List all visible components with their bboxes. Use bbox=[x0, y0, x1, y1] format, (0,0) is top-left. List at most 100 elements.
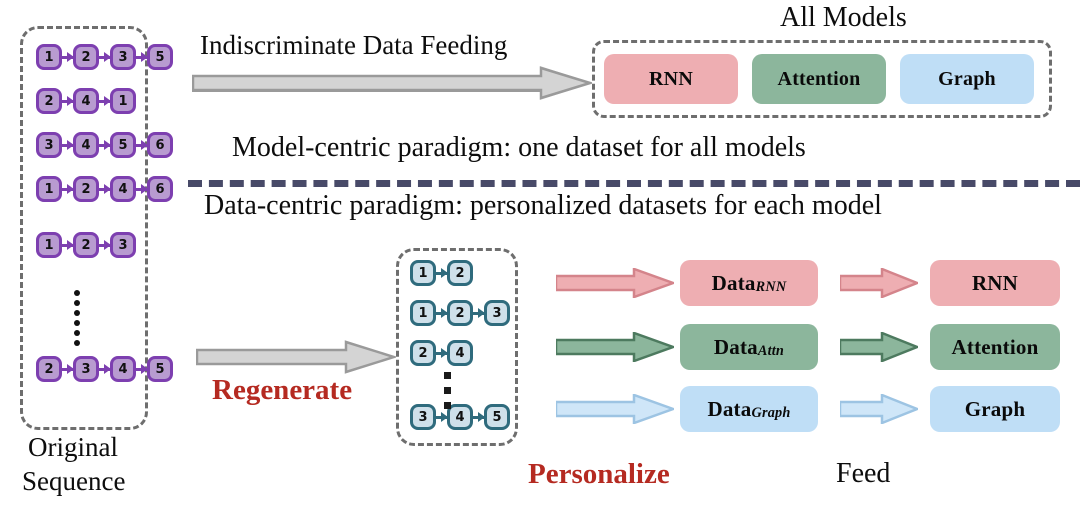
sequence-arrow-icon bbox=[62, 364, 74, 374]
dataset-chip-graph[interactable]: Data Graph bbox=[680, 386, 818, 432]
dataset-chip-graph-label: Data bbox=[707, 396, 752, 421]
regenerated-sequence-row: 12 bbox=[410, 260, 473, 286]
regenerated-sequence-node: 3 bbox=[484, 300, 510, 326]
original-caption-line1: Original bbox=[28, 432, 118, 462]
regenerated-sequence-node: 2 bbox=[447, 260, 473, 286]
diagram-root: 1235241345612461232345 Original Sequence… bbox=[0, 0, 1080, 509]
sequence-arrow-icon bbox=[436, 268, 448, 278]
model-chip-rnn[interactable]: RNN bbox=[604, 54, 738, 104]
model-chip-attention[interactable]: Attention bbox=[752, 54, 886, 104]
original-sequence-node: 2 bbox=[73, 232, 99, 258]
original-caption-line2: Sequence bbox=[22, 466, 126, 496]
sequence-arrow-icon bbox=[99, 184, 111, 194]
original-sequence-node: 4 bbox=[73, 132, 99, 158]
original-sequence-node: 5 bbox=[147, 44, 173, 70]
regenerated-sequence-row: 123 bbox=[410, 300, 510, 326]
sequence-arrow-icon bbox=[136, 52, 148, 62]
feed-all-arrow bbox=[192, 66, 592, 100]
original-sequence-row: 1235 bbox=[36, 44, 173, 70]
dataset-chip-attention-subscript: Attn bbox=[757, 343, 785, 360]
target-model-chip-attention[interactable]: Attention bbox=[930, 324, 1060, 370]
regenerate-arrow-shape bbox=[196, 340, 396, 374]
original-sequence-node: 2 bbox=[73, 176, 99, 202]
original-sequence-row: 123 bbox=[36, 232, 136, 258]
feed-arrow-attention bbox=[840, 332, 918, 362]
sequence-arrow-icon bbox=[473, 412, 485, 422]
original-sequence-node: 3 bbox=[110, 44, 136, 70]
all-models-title: All Models bbox=[780, 2, 907, 33]
personalize-arrow-attention bbox=[556, 332, 674, 362]
regenerated-ellipsis bbox=[444, 368, 451, 413]
target-model-chip-rnn-label: RNN bbox=[971, 270, 1019, 295]
regenerate-label: Regenerate bbox=[212, 374, 353, 406]
original-sequence-node: 2 bbox=[36, 356, 62, 382]
sequence-arrow-icon bbox=[62, 240, 74, 250]
original-sequence-node: 5 bbox=[110, 132, 136, 158]
dataset-chip-rnn[interactable]: Data RNN bbox=[680, 260, 818, 306]
target-model-chip-graph[interactable]: Graph bbox=[930, 386, 1060, 432]
feed-all-arrow-outline bbox=[192, 66, 592, 100]
indiscriminate-feeding-label: Indiscriminate Data Feeding bbox=[200, 30, 508, 60]
sequence-arrow-icon bbox=[99, 240, 111, 250]
dataset-chip-attention-label: Data bbox=[713, 334, 758, 359]
regenerated-sequence-node: 2 bbox=[410, 340, 436, 366]
data-centric-paradigm-label: Data-centric paradigm: personalized data… bbox=[204, 190, 882, 221]
original-sequence-row: 241 bbox=[36, 88, 136, 114]
original-sequence-node: 1 bbox=[110, 88, 136, 114]
regenerated-sequence-row: 345 bbox=[410, 404, 510, 430]
original-sequence-node: 4 bbox=[73, 88, 99, 114]
model-chip-graph[interactable]: Graph bbox=[900, 54, 1034, 104]
regenerated-sequence-node: 1 bbox=[410, 300, 436, 326]
feed-label: Feed bbox=[836, 458, 891, 489]
original-sequence-node: 1 bbox=[36, 44, 62, 70]
sequence-arrow-icon bbox=[62, 52, 74, 62]
feed-arrow-rnn bbox=[840, 268, 918, 298]
original-sequence-node: 4 bbox=[110, 356, 136, 382]
model-centric-paradigm-label: Model-centric paradigm: one dataset for … bbox=[232, 132, 806, 163]
sequence-arrow-icon bbox=[62, 184, 74, 194]
sequence-arrow-icon bbox=[136, 184, 148, 194]
regenerated-sequence-node: 1 bbox=[410, 260, 436, 286]
sequence-arrow-icon bbox=[99, 96, 111, 106]
paradigm-divider bbox=[188, 180, 1080, 187]
sequence-arrow-icon bbox=[136, 140, 148, 150]
regenerated-sequence-node: 4 bbox=[447, 340, 473, 366]
sequence-arrow-icon bbox=[99, 52, 111, 62]
feed-arrow-graph bbox=[840, 394, 918, 424]
target-model-chip-rnn[interactable]: RNN bbox=[930, 260, 1060, 306]
regenerate-arrow bbox=[196, 340, 396, 374]
regenerated-sequence-row: 24 bbox=[410, 340, 473, 366]
sequence-arrow-icon bbox=[62, 140, 74, 150]
sequence-arrow-icon bbox=[436, 412, 448, 422]
personalize-arrow-graph bbox=[556, 394, 674, 424]
dataset-chip-rnn-label: Data bbox=[711, 270, 756, 295]
sequence-arrow-icon bbox=[436, 348, 448, 358]
original-sequence-node: 4 bbox=[110, 176, 136, 202]
original-sequence-row: 3456 bbox=[36, 132, 173, 158]
regenerated-sequence-node: 3 bbox=[410, 404, 436, 430]
target-model-chip-attention-label: Attention bbox=[951, 334, 1039, 359]
original-sequence-node: 3 bbox=[110, 232, 136, 258]
regenerated-sequence-node: 2 bbox=[447, 300, 473, 326]
model-chip-graph-label: Graph bbox=[938, 67, 996, 90]
original-sequence-node: 3 bbox=[36, 132, 62, 158]
original-sequence-node: 2 bbox=[36, 88, 62, 114]
original-sequence-node: 1 bbox=[36, 232, 62, 258]
target-model-chip-graph-label: Graph bbox=[964, 396, 1026, 421]
original-sequence-row: 2345 bbox=[36, 356, 173, 382]
dataset-chip-graph-subscript: Graph bbox=[751, 405, 791, 422]
original-sequence-node: 6 bbox=[147, 132, 173, 158]
original-sequence-node: 6 bbox=[147, 176, 173, 202]
sequence-arrow-icon bbox=[136, 364, 148, 374]
original-sequence-row: 1246 bbox=[36, 176, 173, 202]
sequence-arrow-icon bbox=[99, 364, 111, 374]
personalize-label: Personalize bbox=[528, 458, 670, 490]
personalize-arrow-rnn bbox=[556, 268, 674, 298]
dataset-chip-attention[interactable]: Data Attn bbox=[680, 324, 818, 370]
model-chip-rnn-label: RNN bbox=[649, 67, 693, 90]
sequence-arrow-icon bbox=[473, 308, 485, 318]
dataset-chip-rnn-subscript: RNN bbox=[755, 279, 787, 296]
original-sequence-node: 1 bbox=[36, 176, 62, 202]
original-sequence-node: 3 bbox=[73, 356, 99, 382]
sequence-arrow-icon bbox=[99, 140, 111, 150]
